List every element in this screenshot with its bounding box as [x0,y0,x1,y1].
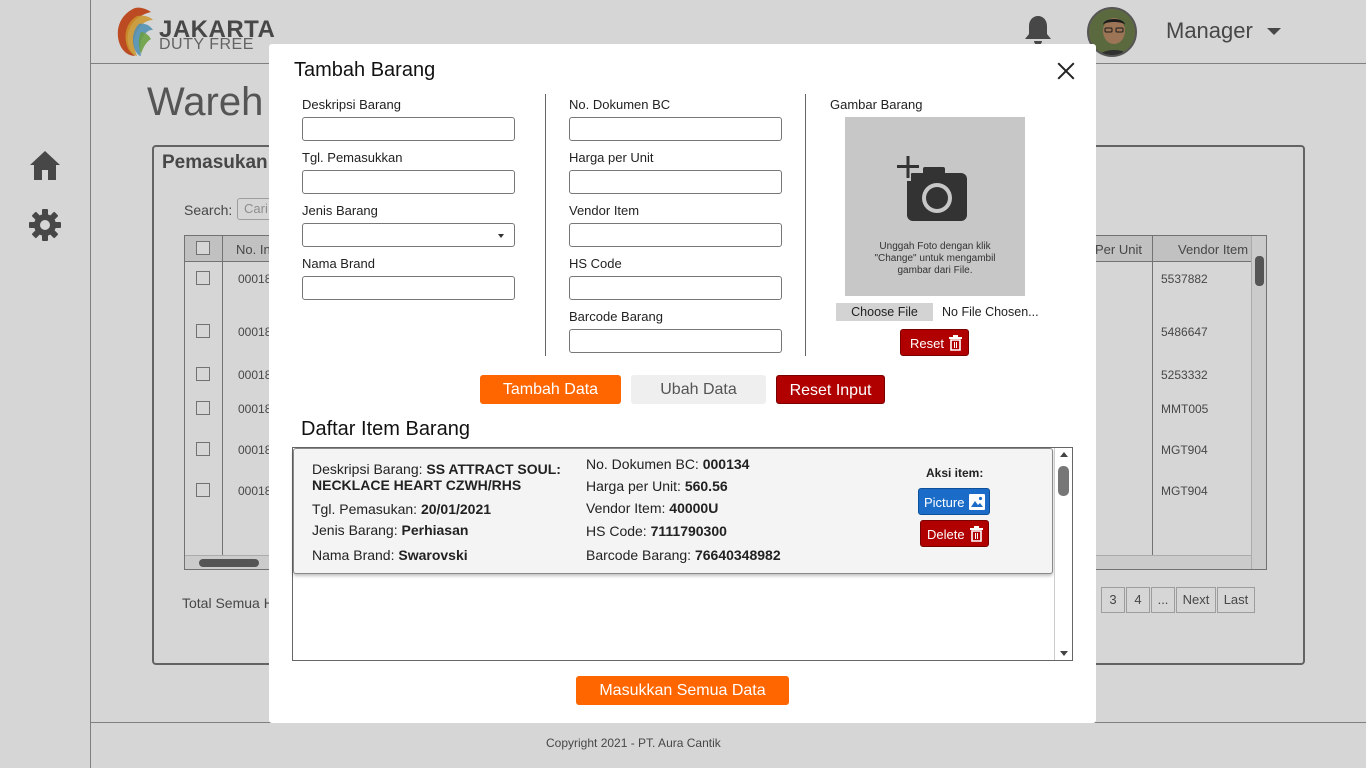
item-vendor: Vendor Item: 40000U [586,500,718,516]
item-jenis-value: Perhiasan [401,522,469,538]
scroll-thumb[interactable] [1058,466,1069,496]
gambar-label: Gambar Barang [830,97,923,112]
item-deskripsi-label: Deskripsi Barang: [312,461,423,477]
scroll-up-icon[interactable] [1060,452,1068,457]
item-vendor-label: Vendor Item: [586,500,666,516]
vendor-label: Vendor Item [569,203,640,218]
hs-input[interactable] [569,276,782,300]
delete-button-label: Delete [927,527,965,542]
add-photo-icon [895,155,967,221]
delete-button[interactable]: Delete [920,520,989,547]
harga-label: Harga per Unit [569,150,654,165]
brand-label: Nama Brand [302,256,375,271]
deskripsi-input[interactable] [302,117,515,141]
item-brand-value: Swarovski [398,547,468,563]
modal-title: Tambah Barang [294,59,436,81]
list-title: Daftar Item Barang [301,418,470,440]
column-divider [805,94,806,356]
picture-button[interactable]: Picture [918,488,990,515]
file-status: No File Chosen... [942,305,1039,319]
harga-input[interactable] [569,170,782,194]
item-harga-label: Harga per Unit: [586,478,681,494]
item-brand: Nama Brand: Swarovski [312,547,468,563]
caret-down-icon [498,234,504,238]
item-deskripsi: Deskripsi Barang: SS ATTRACT SOUL: NECKL… [312,461,572,493]
jenis-select[interactable] [302,223,515,247]
list-vscrollbar[interactable] [1054,448,1072,660]
close-icon[interactable] [1055,60,1077,82]
choose-file-button[interactable]: Choose File [836,303,933,321]
brand-input[interactable] [302,276,515,300]
ubah-data-button[interactable]: Ubah Data [631,375,766,404]
hs-label: HS Code [569,256,622,271]
item-tgl: Tgl. Pemasukan: 20/01/2021 [312,501,491,517]
masukkan-semua-button[interactable]: Masukkan Semua Data [576,676,789,705]
jenis-label: Jenis Barang [302,203,378,218]
vendor-input[interactable] [569,223,782,247]
item-brand-label: Nama Brand: [312,547,395,563]
reset-input-button[interactable]: Reset Input [776,375,885,404]
deskripsi-label: Deskripsi Barang [302,97,401,112]
trash-icon [949,335,962,351]
item-tgl-label: Tgl. Pemasukan: [312,501,418,517]
item-tgl-value: 20/01/2021 [420,501,492,517]
dokumen-input[interactable] [569,117,782,141]
item-barcode: Barcode Barang: 76640348982 [586,547,781,563]
barcode-label: Barcode Barang [569,309,663,324]
item-barcode-value: 76640348982 [694,547,781,563]
item-dokumen-value: 000134 [702,456,750,472]
item-hs: HS Code: 7111790300 [586,523,727,539]
reset-image-button[interactable]: Reset [900,329,969,356]
column-divider [545,94,546,356]
item-barcode-label: Barcode Barang: [586,547,692,563]
tgl-label: Tgl. Pemasukkan [302,150,403,165]
item-hs-label: HS Code: [586,523,647,539]
item-jenis-label: Jenis Barang: [312,522,398,538]
item-harga-value: 560.56 [684,478,728,494]
item-harga: Harga per Unit: 560.56 [586,478,728,494]
trash-icon [970,526,983,542]
aksi-label: Aksi item: [926,466,984,480]
image-preview: Unggah Foto dengan klik "Change" untuk m… [845,117,1025,296]
dokumen-label: No. Dokumen BC [569,97,671,112]
tambah-barang-modal: Tambah Barang Deskripsi Barang Tgl. Pema… [269,44,1096,723]
item-vendor-value: 40000U [669,500,719,516]
tambah-data-button[interactable]: Tambah Data [480,375,621,404]
item-dokumen: No. Dokumen BC: 000134 [586,456,749,472]
reset-image-label: Reset [910,336,944,351]
item-list: Deskripsi Barang: SS ATTRACT SOUL: NECKL… [292,447,1073,661]
item-hs-value: 7111790300 [650,523,727,539]
scroll-down-icon[interactable] [1060,651,1068,656]
barcode-input[interactable] [569,329,782,353]
picture-button-label: Picture [924,495,965,510]
upload-hint: Unggah Foto dengan klik "Change" untuk m… [874,241,996,276]
item-dokumen-label: No. Dokumen BC: [586,456,699,472]
list-item: Deskripsi Barang: SS ATTRACT SOUL: NECKL… [293,448,1053,574]
tgl-input[interactable] [302,170,515,194]
image-icon [969,494,985,510]
item-jenis: Jenis Barang: Perhiasan [312,522,468,538]
